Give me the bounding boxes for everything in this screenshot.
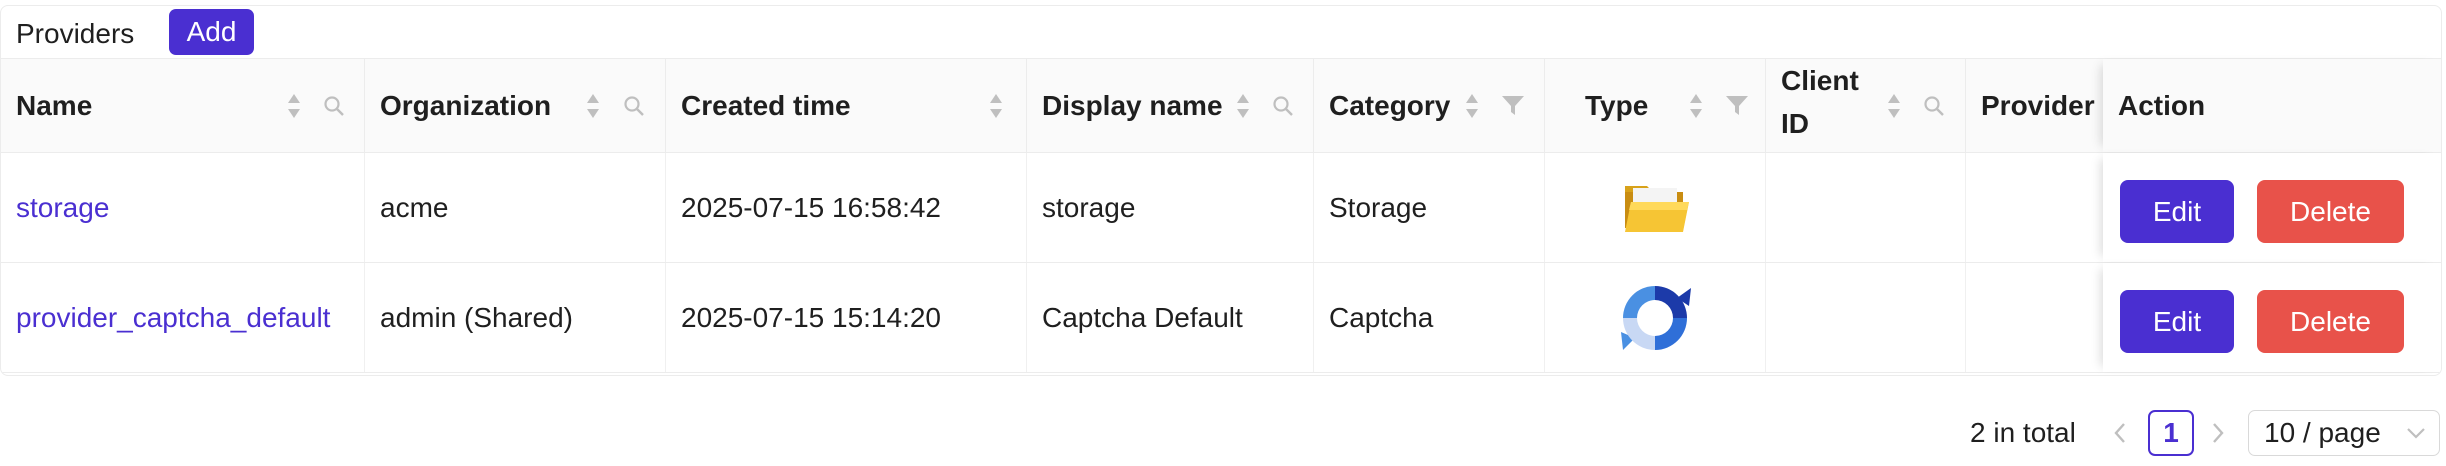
created-time-value: 2025-07-15 15:14:20 bbox=[681, 301, 941, 333]
folder-icon[interactable] bbox=[1621, 180, 1691, 236]
created-time-value: 2025-07-15 16:58:42 bbox=[681, 191, 941, 223]
cell-display-name: storage bbox=[1027, 153, 1314, 262]
pagination-page-1[interactable]: 1 bbox=[2148, 410, 2194, 456]
filter-icon[interactable] bbox=[1501, 95, 1525, 117]
cell-display-name: Captcha Default bbox=[1027, 263, 1314, 372]
column-label: Type bbox=[1585, 89, 1649, 121]
display-name-value: Captcha Default bbox=[1042, 301, 1243, 333]
cell-type bbox=[1545, 263, 1766, 372]
cell-created-time: 2025-07-15 15:14:20 bbox=[666, 263, 1027, 372]
add-button[interactable]: Add bbox=[169, 9, 254, 55]
cell-organization: acme bbox=[365, 153, 666, 262]
table-header: Name Organization Created time Display n… bbox=[1, 58, 2441, 153]
column-label: Provider bbox=[1981, 89, 2095, 121]
column-label: Category bbox=[1329, 89, 1451, 121]
sort-icon[interactable] bbox=[1886, 92, 1902, 120]
column-header-client-id[interactable]: Client ID bbox=[1766, 59, 1966, 152]
column-header-provider[interactable]: Provider bbox=[1966, 59, 2103, 152]
table-row: provider_captcha_default admin (Shared) … bbox=[1, 263, 2441, 373]
category-value: Storage bbox=[1329, 191, 1428, 223]
cell-category: Captcha bbox=[1314, 263, 1545, 372]
cell-client-id bbox=[1766, 153, 1966, 262]
page-size-select[interactable]: 10 / page bbox=[2248, 410, 2440, 456]
column-header-name[interactable]: Name bbox=[1, 59, 365, 152]
column-label: Created time bbox=[681, 89, 851, 121]
sort-icon[interactable] bbox=[286, 92, 302, 120]
edit-button[interactable]: Edit bbox=[2120, 180, 2234, 243]
page-title: Providers bbox=[16, 18, 135, 49]
search-icon[interactable] bbox=[623, 95, 645, 117]
cell-action: Edit Delete bbox=[2103, 263, 2441, 372]
cell-name: storage bbox=[1, 153, 365, 262]
organization-link[interactable]: acme bbox=[380, 192, 448, 224]
chevron-down-icon bbox=[2407, 428, 2425, 439]
chevron-right-icon[interactable] bbox=[2208, 418, 2228, 448]
column-label: Organization bbox=[380, 89, 552, 121]
delete-button[interactable]: Delete bbox=[2257, 290, 2404, 353]
recaptcha-icon[interactable] bbox=[1617, 280, 1693, 356]
search-icon[interactable] bbox=[1272, 95, 1294, 117]
table-title-bar: Providers Add bbox=[1, 6, 2441, 58]
column-header-action: Action bbox=[2103, 59, 2441, 152]
category-value: Captcha bbox=[1329, 301, 1434, 333]
edit-button[interactable]: Edit bbox=[2120, 290, 2234, 353]
cell-provider bbox=[1966, 153, 2103, 262]
filter-icon[interactable] bbox=[1725, 95, 1749, 117]
sort-icon[interactable] bbox=[1235, 92, 1251, 120]
search-icon[interactable] bbox=[1923, 95, 1945, 117]
provider-name-link[interactable]: storage bbox=[16, 192, 109, 224]
display-name-value: storage bbox=[1042, 191, 1136, 223]
column-label: Name bbox=[16, 89, 93, 121]
cell-category: Storage bbox=[1314, 153, 1545, 262]
cell-client-id bbox=[1766, 263, 1966, 372]
providers-card: Providers Add Name Organization Created … bbox=[0, 5, 2442, 376]
column-header-type[interactable]: Type bbox=[1545, 59, 1766, 152]
chevron-left-icon[interactable] bbox=[2110, 418, 2130, 448]
column-label: Client ID bbox=[1781, 65, 1859, 139]
column-header-category[interactable]: Category bbox=[1314, 59, 1545, 152]
cell-created-time: 2025-07-15 16:58:42 bbox=[666, 153, 1027, 262]
sort-icon[interactable] bbox=[988, 92, 1004, 120]
column-label: Display name bbox=[1042, 89, 1223, 121]
column-label: Action bbox=[2118, 89, 2206, 121]
cell-provider bbox=[1966, 263, 2103, 372]
page-size-value: 10 / page bbox=[2264, 417, 2381, 448]
table-row: storage acme 2025-07-15 16:58:42 storage… bbox=[1, 153, 2441, 263]
column-header-created-time[interactable]: Created time bbox=[666, 59, 1027, 152]
provider-name-link[interactable]: provider_captcha_default bbox=[16, 302, 330, 334]
pagination-total: 2 in total bbox=[1970, 417, 2076, 448]
sort-icon[interactable] bbox=[1688, 92, 1704, 120]
sort-icon[interactable] bbox=[585, 92, 601, 120]
search-icon[interactable] bbox=[323, 95, 345, 117]
column-header-display-name[interactable]: Display name bbox=[1027, 59, 1314, 152]
cell-type bbox=[1545, 153, 1766, 262]
cell-organization: admin (Shared) bbox=[365, 263, 666, 372]
sort-icon[interactable] bbox=[1464, 92, 1480, 120]
cell-action: Edit Delete bbox=[2103, 153, 2441, 262]
organization-link[interactable]: admin (Shared) bbox=[380, 302, 573, 334]
column-header-organization[interactable]: Organization bbox=[365, 59, 666, 152]
cell-name: provider_captcha_default bbox=[1, 263, 365, 372]
delete-button[interactable]: Delete bbox=[2257, 180, 2404, 243]
